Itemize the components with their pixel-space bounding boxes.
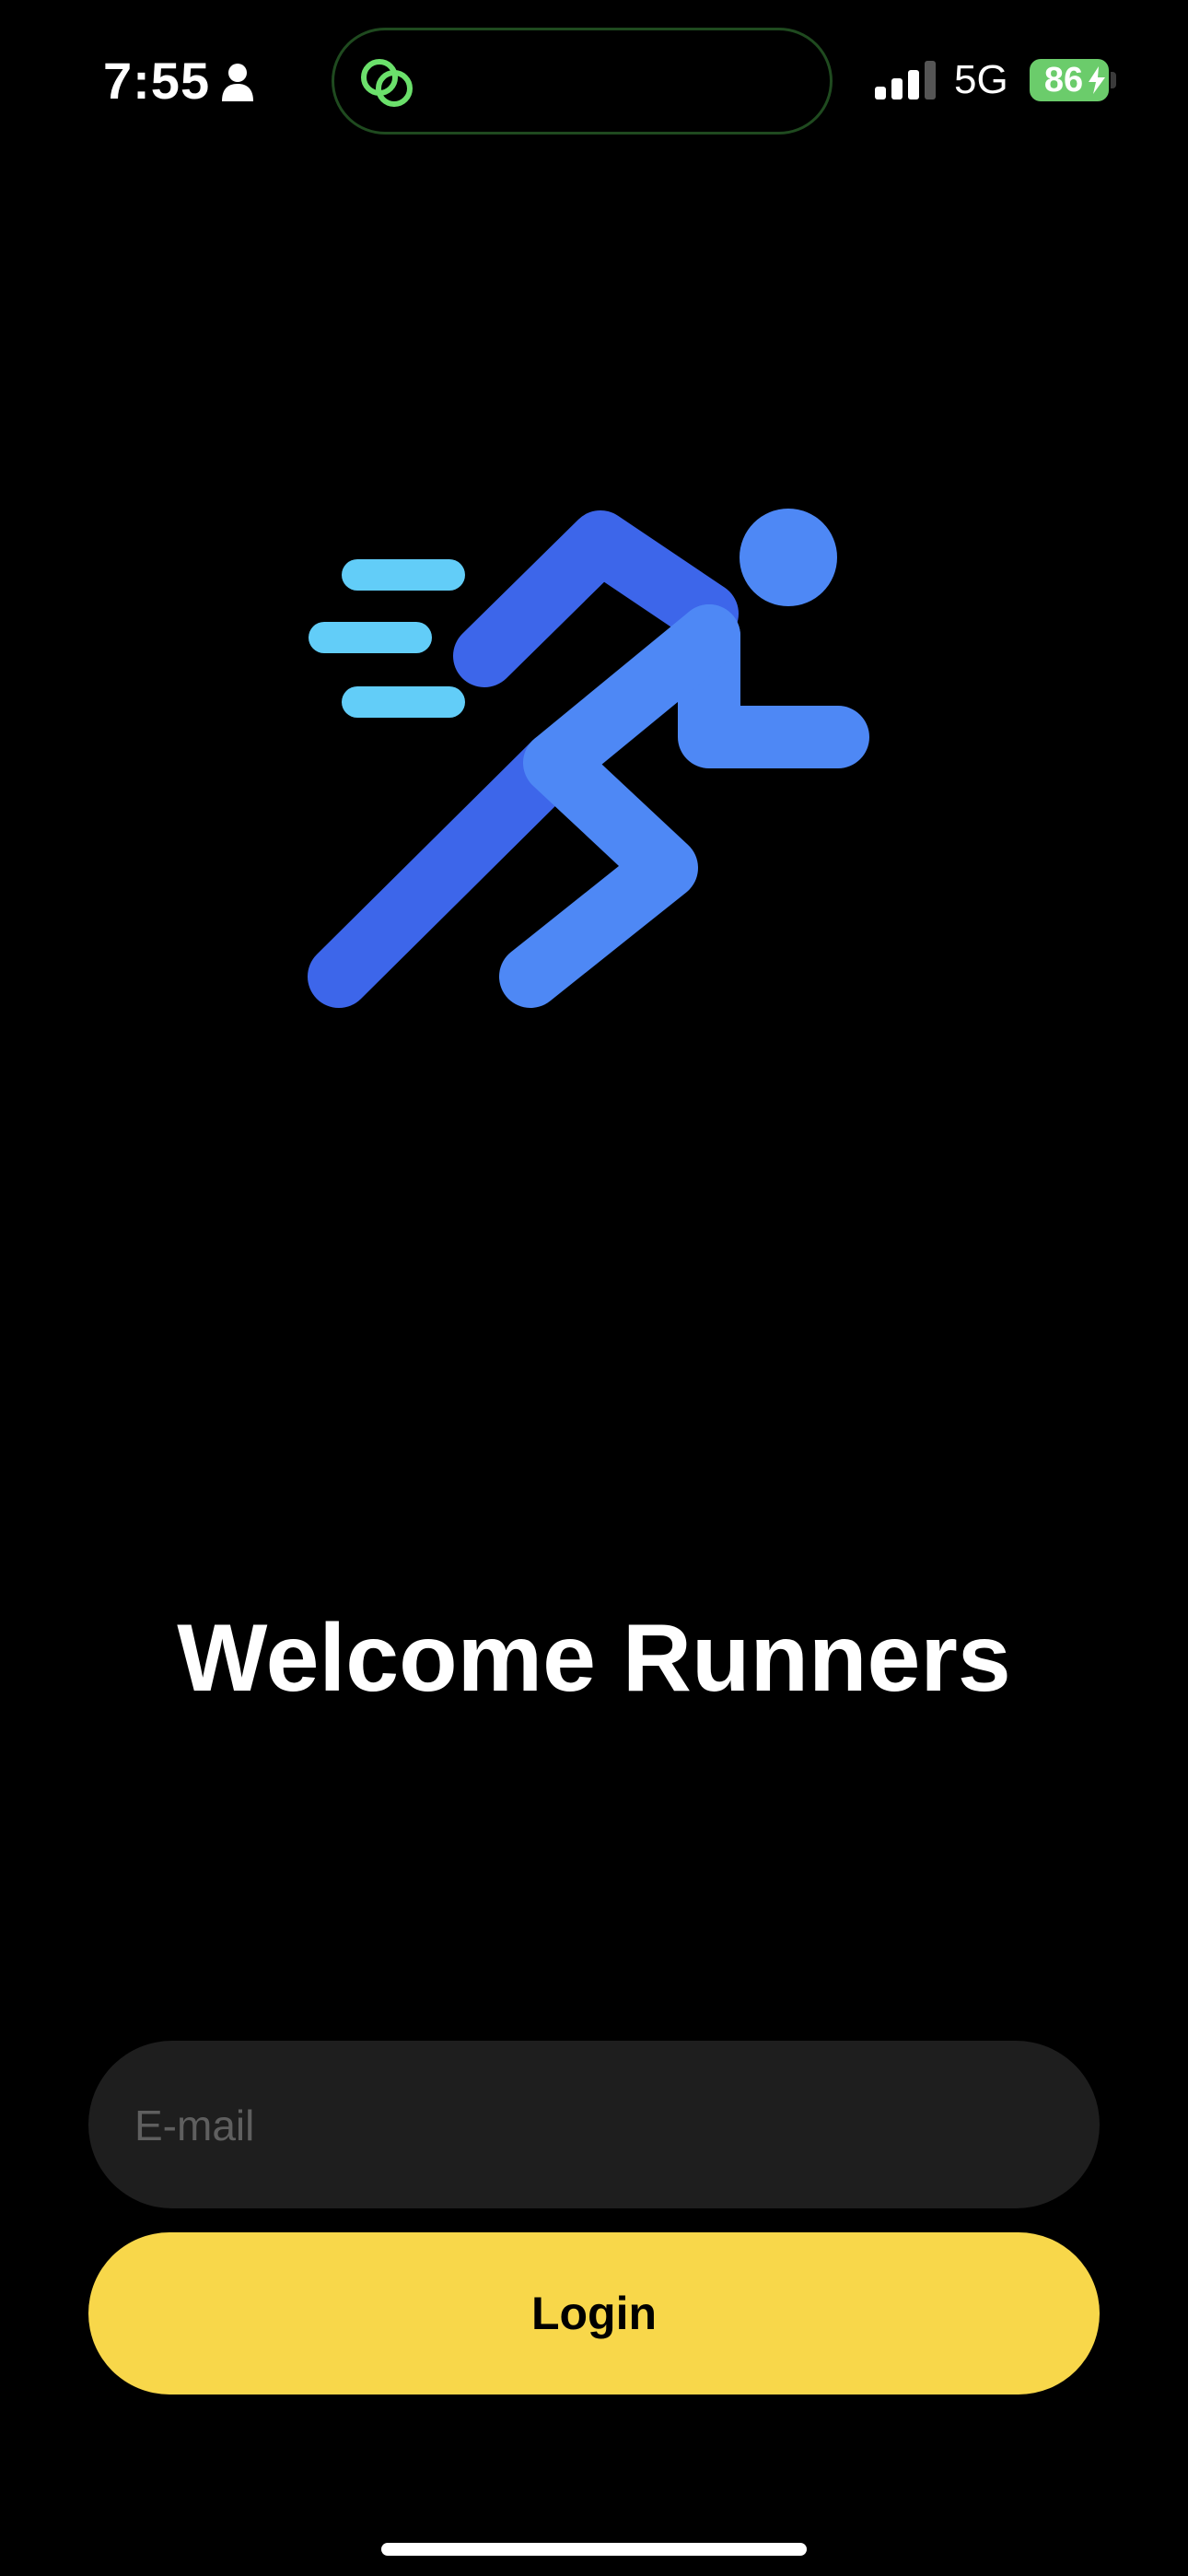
dynamic-island[interactable] [332,28,833,135]
runner-logo [308,509,869,1008]
person-icon [222,64,253,101]
email-field[interactable] [88,2041,1100,2210]
charging-bolt-icon [1089,66,1105,94]
status-bar: 7:55 5G 86 [0,0,1188,166]
dynamic-island-app-icon [361,59,413,107]
battery-icon: 86 [1030,59,1109,101]
battery-tip [1111,72,1116,88]
welcome-title: Welcome Runners [177,1605,1011,1712]
status-time: 7:55 [103,52,211,110]
battery-level: 86 [1043,61,1084,100]
network-type: 5G [954,57,1008,102]
email-input[interactable] [133,2041,1057,2210]
login-button[interactable]: Login [88,2232,1100,2395]
cellular-signal-icon [875,61,936,100]
home-indicator[interactable] [381,2543,807,2556]
